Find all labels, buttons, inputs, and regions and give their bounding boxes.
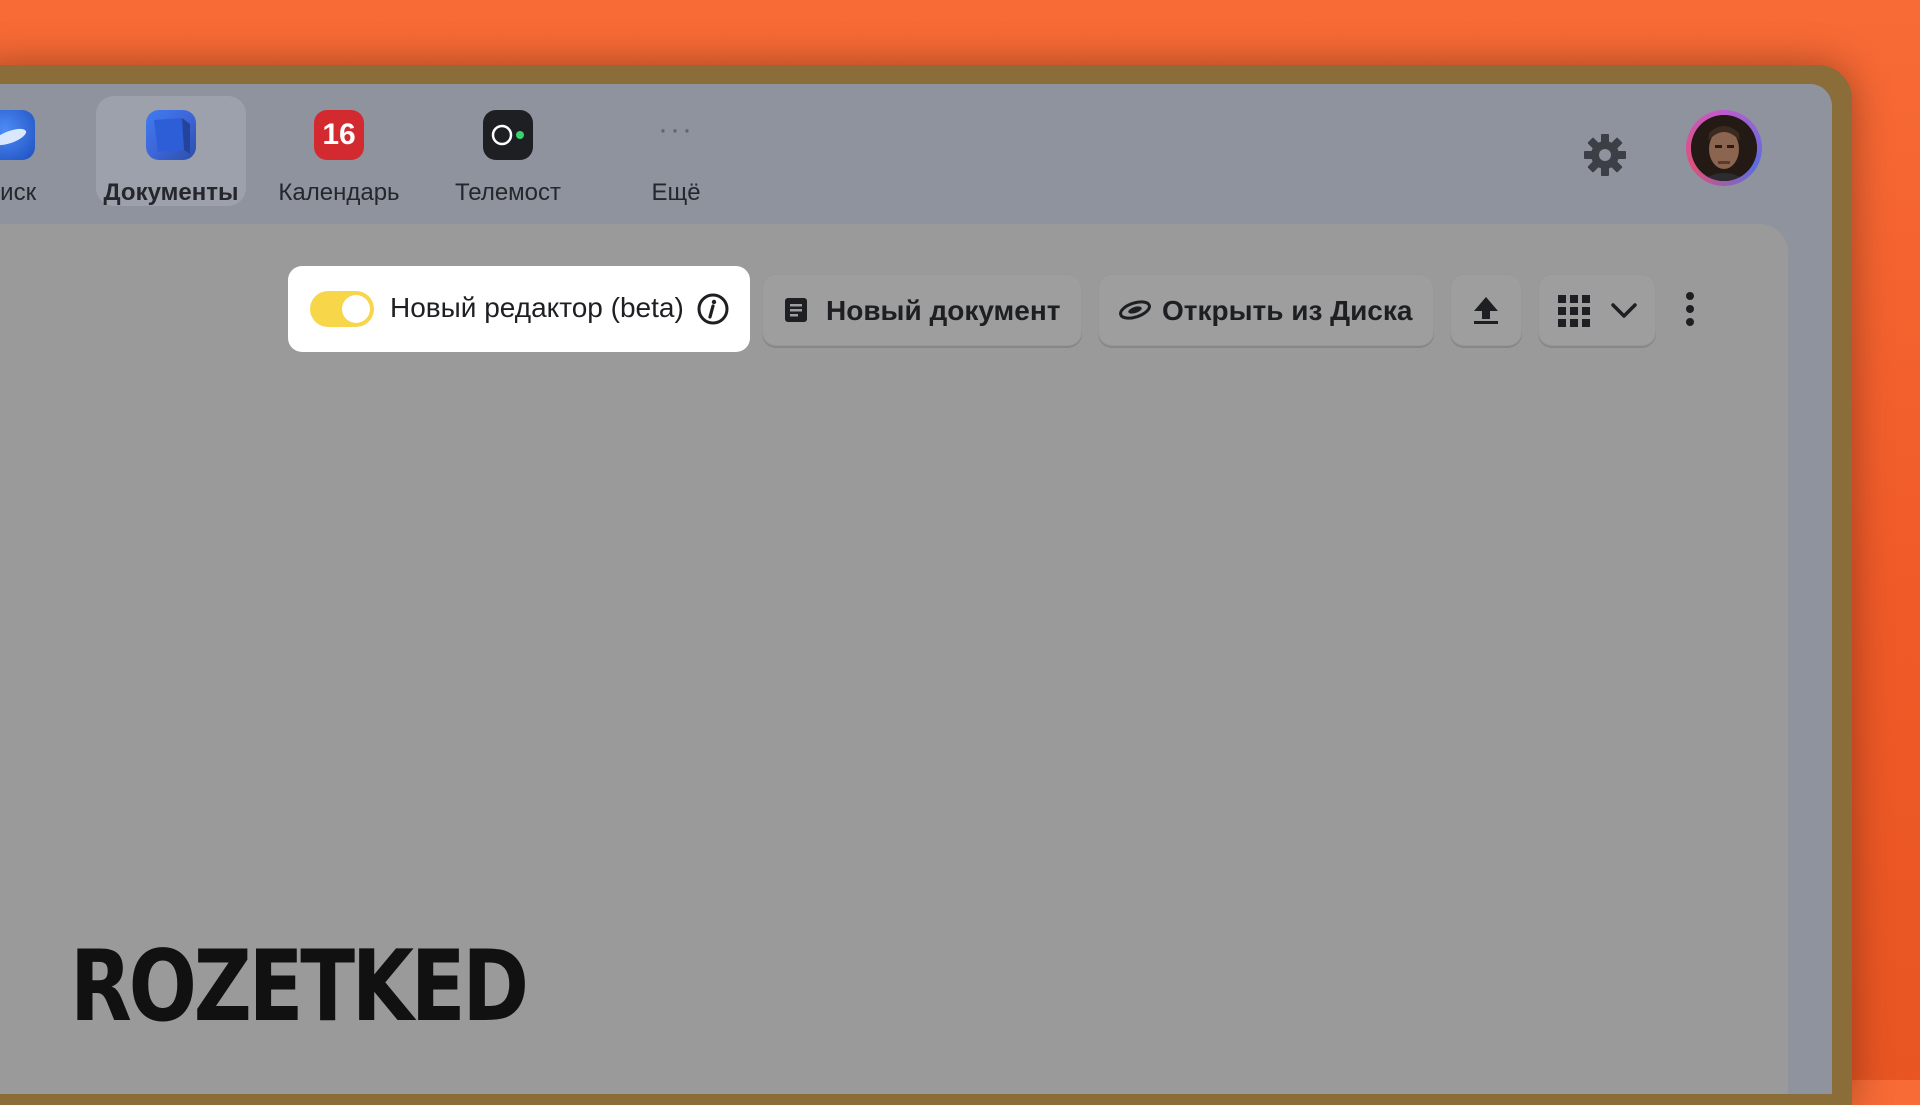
more-vertical-icon[interactable] <box>1678 290 1702 330</box>
calendar-icon: 16 <box>314 110 364 160</box>
chevron-down-icon <box>1611 303 1637 318</box>
service-disk[interactable]: Диск <box>0 96 85 206</box>
view-mode-button[interactable] <box>1538 274 1656 346</box>
rozetked-watermark: ROZETKED <box>70 930 529 1044</box>
service-label: Диск <box>0 179 37 206</box>
grid-view-icon <box>1558 295 1590 327</box>
switch-knob <box>342 295 370 323</box>
more-dots-icon: ··· <box>658 113 694 146</box>
service-documents[interactable]: Документы <box>96 96 246 206</box>
service-telemost[interactable]: Телемост <box>433 96 583 206</box>
service-label: Календарь <box>278 179 400 206</box>
telemost-icon <box>483 110 533 160</box>
document-icon <box>785 298 807 322</box>
user-avatar[interactable] <box>1686 110 1762 186</box>
new-editor-switch[interactable] <box>310 291 374 327</box>
new-editor-label: Новый редактор (beta) <box>390 292 684 323</box>
new-editor-toggle-card: Новый редактор (beta) <box>288 266 750 352</box>
service-more[interactable]: ··· Ещё <box>601 96 751 206</box>
service-label: Ещё <box>651 179 701 206</box>
calendar-badge: 16 <box>322 118 356 151</box>
disk-icon <box>0 110 35 160</box>
upload-icon <box>1474 297 1498 324</box>
open-from-disk-button[interactable]: Открыть из Диска <box>1098 274 1434 346</box>
documents-icon <box>146 110 196 160</box>
avatar-photo <box>1691 115 1757 181</box>
disk-icon <box>1119 300 1151 320</box>
service-label: Телемост <box>454 179 562 206</box>
info-icon[interactable] <box>696 292 730 326</box>
new-document-button[interactable]: Новый документ <box>762 274 1082 346</box>
service-calendar[interactable]: 16 Календарь <box>264 96 414 206</box>
new-document-label: Новый документ <box>826 295 1061 326</box>
service-label: Документы <box>103 179 239 206</box>
open-from-disk-label: Открыть из Диска <box>1162 295 1413 326</box>
gear-icon[interactable] <box>1580 130 1630 180</box>
upload-button[interactable] <box>1450 274 1522 346</box>
services-bar: Диск Документы 16 Календарь Телемост ···… <box>0 84 790 224</box>
